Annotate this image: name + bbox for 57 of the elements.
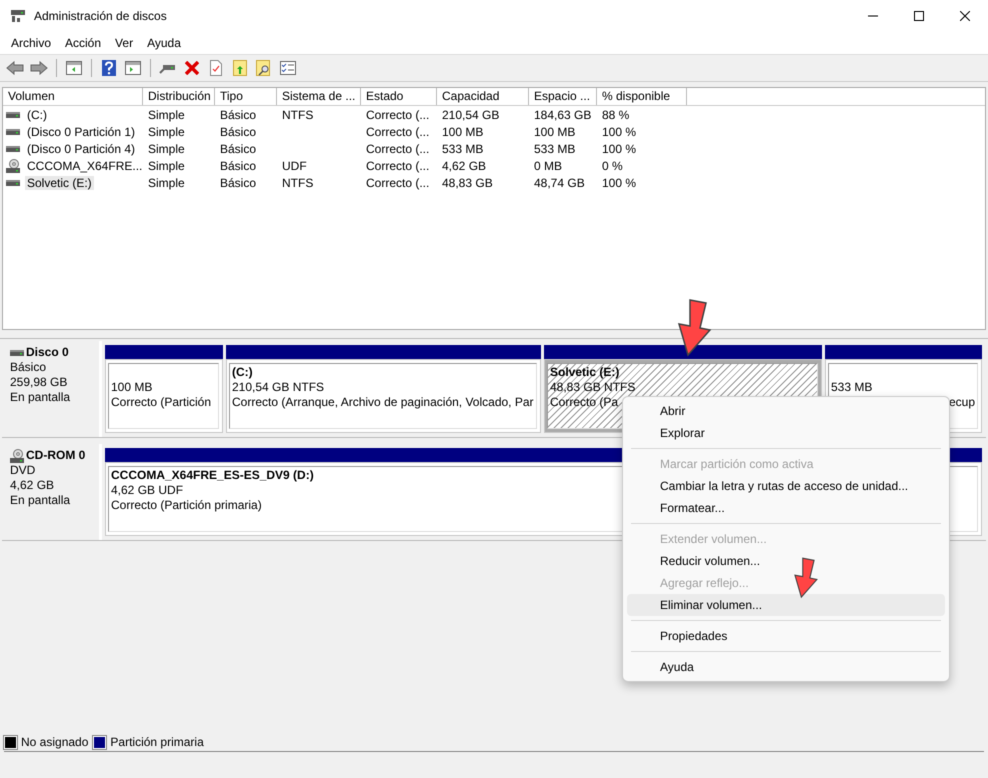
table-cell: NTFS [282,176,314,190]
partition-name: CCCOMA_X64FRE_ES-ES_DV9 (D:) [111,468,314,483]
partition-status: Correcto (Arranque, Archivo de paginación, Volcado, Par [232,395,534,410]
partition-status: Correcto (Pa [550,395,618,410]
table-cell: Correcto (... [366,124,430,138]
table-cell: Básico [220,108,256,122]
partition-name: Solvetic (E:) [550,365,620,380]
legend-label: Partición primaria [110,735,204,749]
table-cell: Simple [148,124,185,138]
table-cell: Correcto (... [366,142,430,156]
partition-status: ecup [948,395,975,410]
disk-size: 4,62 GB [10,478,56,493]
partition-size: 100 MB [111,380,152,395]
table-cell: Simple [148,142,185,156]
table-cell: Simple [148,176,185,190]
table-cell: 48,83 GB [442,176,493,190]
table-cell: 184,63 GB [534,108,592,122]
disk-name: Disco 0 [26,345,69,360]
table-cell: 100 MB [534,124,576,138]
table-cell: Correcto (... [366,176,430,190]
table-cell: Simple [148,158,185,172]
table-cell: Básico [220,158,256,172]
table-cell: 100 MB [442,124,484,138]
partition-size: 4,62 GB UDF [111,483,184,498]
table-cell: UDF [282,158,307,172]
table-cell: Correcto (... [366,108,430,122]
table-cell: Correcto (... [366,158,430,172]
table-cell: 48,74 GB [534,176,585,190]
disk-size: 259,98 GB [10,375,68,390]
table-cell: Básico [220,176,256,190]
table-cell: 4,62 GB [442,158,486,172]
table-cell: 533 MB [534,142,576,156]
table-cell: 210,54 GB [442,108,500,122]
legend-label: No asignado [21,735,88,749]
table-cell: Simple [148,108,185,122]
partition-size: 210,54 GB NTFS [232,380,324,395]
partition-name: (C:) [232,365,253,380]
disk-status: En pantalla [10,390,72,405]
disk-type: Básico [10,360,48,375]
table-cell: 100 % [602,142,636,156]
table-cell: 100 % [602,124,636,138]
disk-name: CD-ROM 0 [26,448,86,463]
partition-status: Correcto (Partición [111,395,212,410]
table-cell: 533 MB [442,142,484,156]
table-cell: NTFS [282,108,314,122]
window-title: Administración de discos [34,9,168,23]
partition-size: 48,83 GB NTFS [550,380,636,395]
table-cell: 0 MB [534,158,562,172]
disk-type: DVD [10,463,36,478]
disk-status: En pantalla [10,493,72,508]
table-cell: 0 % [602,158,623,172]
partition-status: Correcto (Partición primaria) [111,498,262,513]
table-cell: Básico [220,142,256,156]
partition-size: 533 MB [831,380,872,395]
table-cell: 88 % [602,108,630,122]
table-cell: Básico [220,124,256,138]
table-cell: 100 % [602,176,636,190]
